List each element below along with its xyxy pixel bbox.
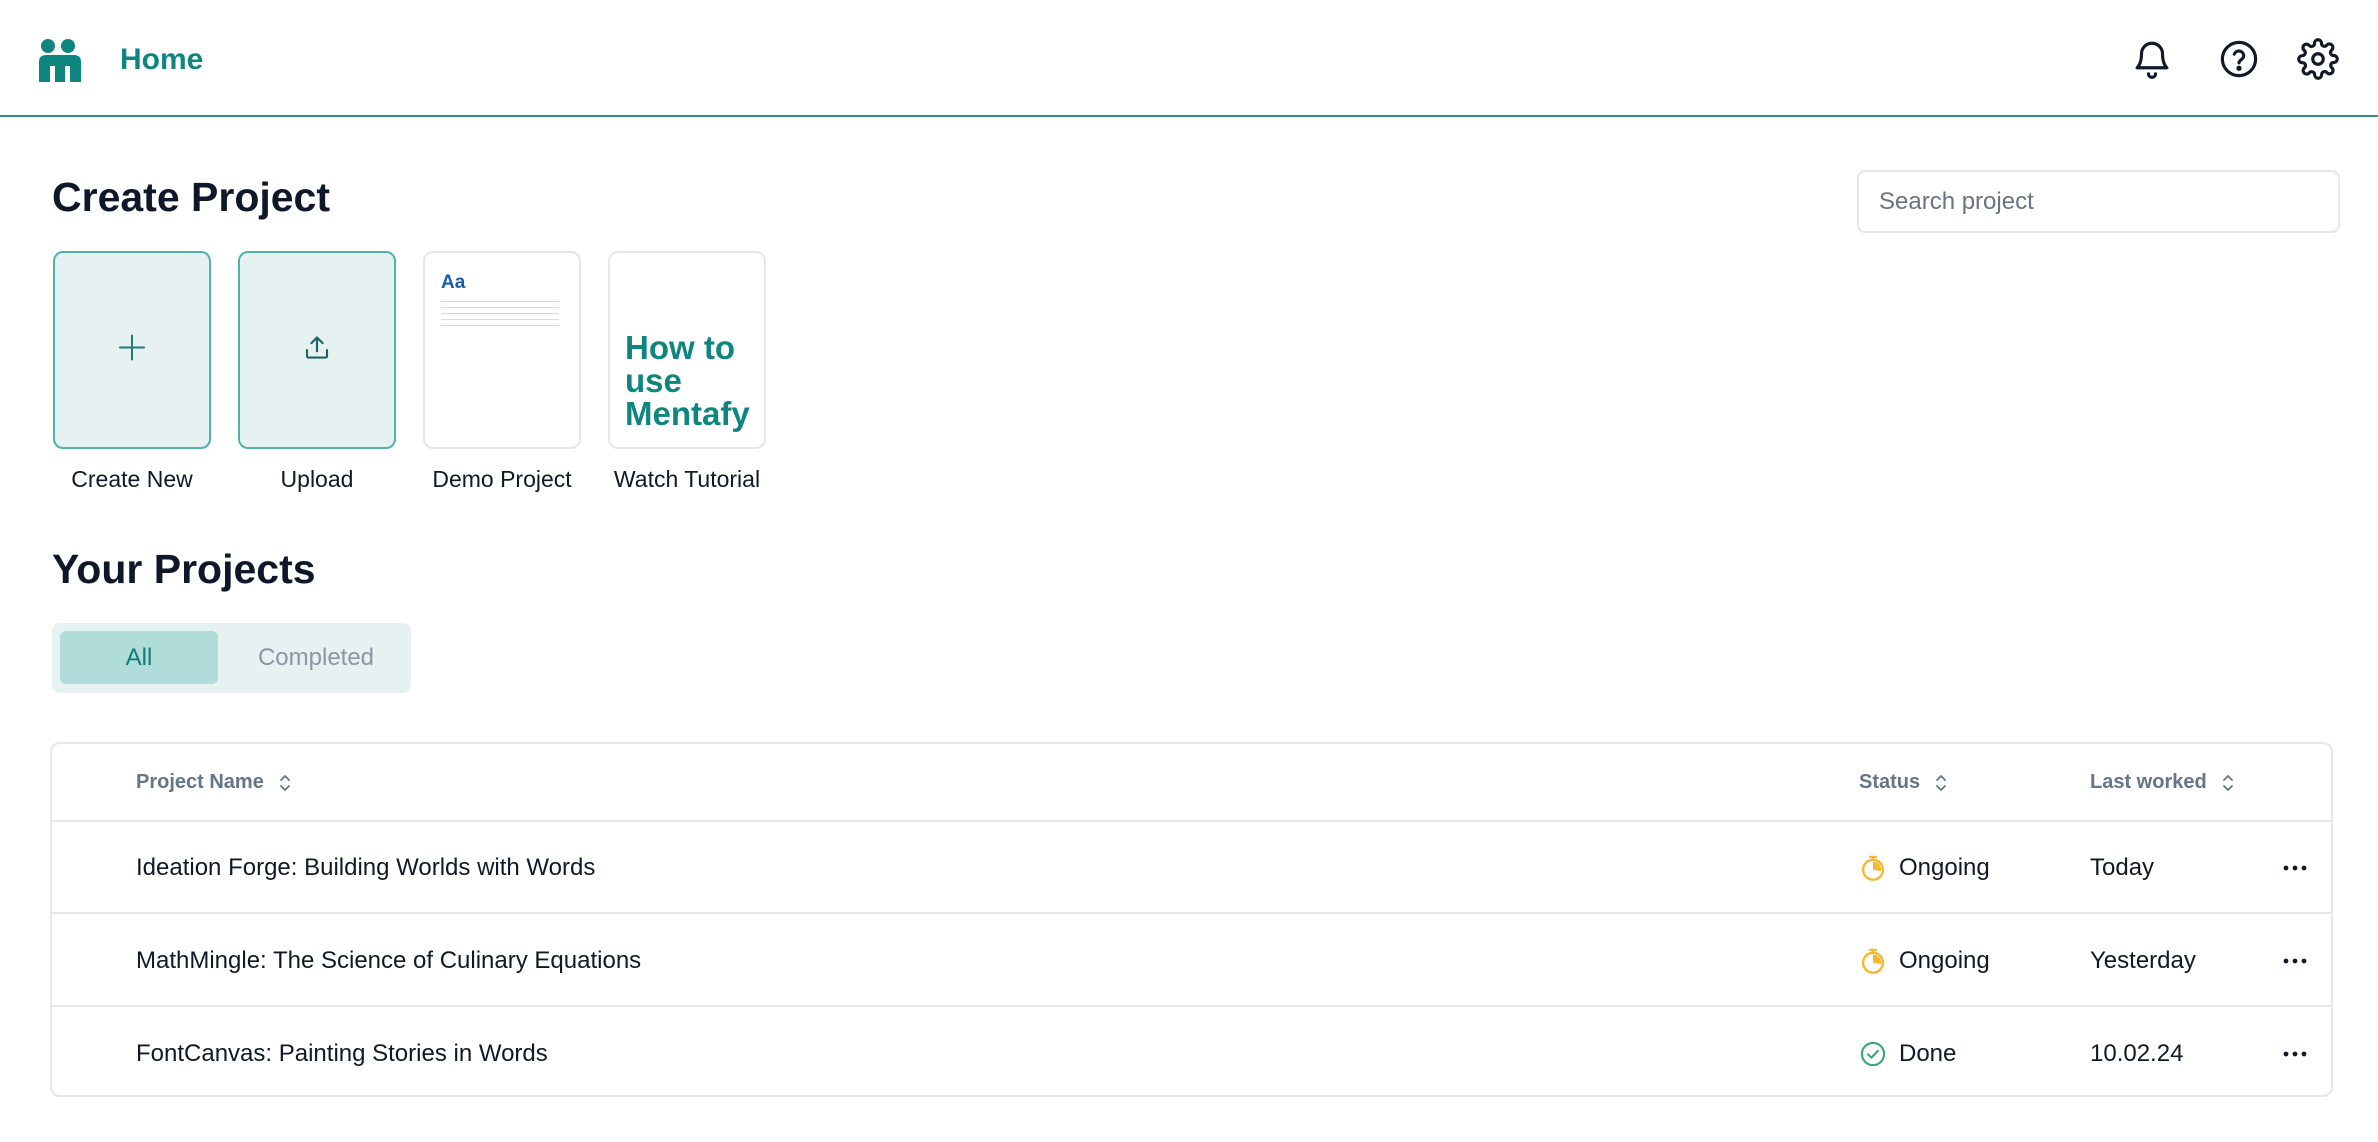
tutorial-thumb-line-1: How to [625,329,735,366]
project-name-cell: FontCanvas: Painting Stories in Words [136,1040,548,1067]
status-text: Ongoing [1899,947,1990,974]
table-row[interactable]: Ideation Forge: Building Worlds with Wor… [52,822,2331,914]
notification-bell-icon[interactable] [2131,38,2173,80]
status-cell: Ongoing [1859,915,1990,1007]
plus-icon [117,333,147,368]
demo-thumb-lines [441,301,559,331]
table-header: Project Name Status Last worked [52,744,2331,822]
column-last-worked-label: Last worked [2090,771,2207,793]
column-last-worked[interactable]: Last worked [2090,771,2237,794]
demo-project-label[interactable]: Demo Project [407,466,597,493]
filter-completed-button[interactable]: Completed [228,631,404,684]
sort-icon [279,774,290,791]
column-status-label: Status [1859,771,1921,793]
upload-tile[interactable] [238,251,396,449]
status-text: Done [1899,1040,1957,1067]
create-new-tile[interactable] [53,251,211,449]
demo-project-tile[interactable]: Aa [423,251,581,449]
tutorial-thumb-line-2: use [625,362,682,399]
watch-tutorial-tile[interactable]: How to use Mentafy [608,251,766,449]
create-new-label[interactable]: Create New [37,466,227,493]
tutorial-thumb-text: How to use Mentafy [625,331,750,430]
project-filter-toggle: All Completed [52,623,411,693]
column-project-name-label: Project Name [136,771,264,793]
demo-thumb-text: Aa [441,272,466,293]
column-project-name[interactable]: Project Name [136,771,294,794]
top-bar: Home [0,0,2378,117]
table-row[interactable]: FontCanvas: Painting Stories in Words Do… [52,1008,2331,1095]
last-worked-cell: 10.02.24 [2090,1040,2184,1067]
column-status[interactable]: Status [1859,771,1950,794]
filter-all-button[interactable]: All [60,631,218,684]
project-name-cell: Ideation Forge: Building Worlds with Wor… [136,854,596,881]
status-cell: Done [1859,1008,1957,1095]
help-circle-icon[interactable] [2218,38,2260,80]
sort-icon [2222,774,2233,791]
table-row[interactable]: MathMingle: The Science of Culinary Equa… [52,915,2331,1007]
more-options-icon[interactable] [2278,947,2312,975]
tutorial-thumb-line-3: Mentafy [625,395,750,432]
sort-icon [1936,774,1947,791]
last-worked-cell: Today [2090,854,2155,881]
your-projects-heading: Your Projects [52,546,316,592]
stopwatch-icon [1861,855,1885,881]
status-text: Ongoing [1899,854,1990,881]
home-link[interactable]: Home [120,43,203,77]
status-cell: Ongoing [1859,822,1990,914]
create-project-heading: Create Project [52,174,331,220]
more-options-icon[interactable] [2278,1040,2312,1068]
last-worked-cell: Yesterday [2090,947,2196,974]
check-circle-icon [1860,1041,1886,1067]
search-project-input[interactable] [1857,170,2340,233]
project-name-cell: MathMingle: The Science of Culinary Equa… [136,947,642,974]
upload-label[interactable]: Upload [222,466,412,493]
more-options-icon[interactable] [2278,854,2312,882]
upload-icon [302,333,332,368]
projects-table: Project Name Status Last worked Ideation… [50,742,2333,1097]
stopwatch-icon [1861,948,1885,974]
watch-tutorial-label[interactable]: Watch Tutorial [592,466,782,493]
mentafy-logo-icon[interactable] [39,38,81,82]
settings-gear-icon[interactable] [2297,38,2339,80]
